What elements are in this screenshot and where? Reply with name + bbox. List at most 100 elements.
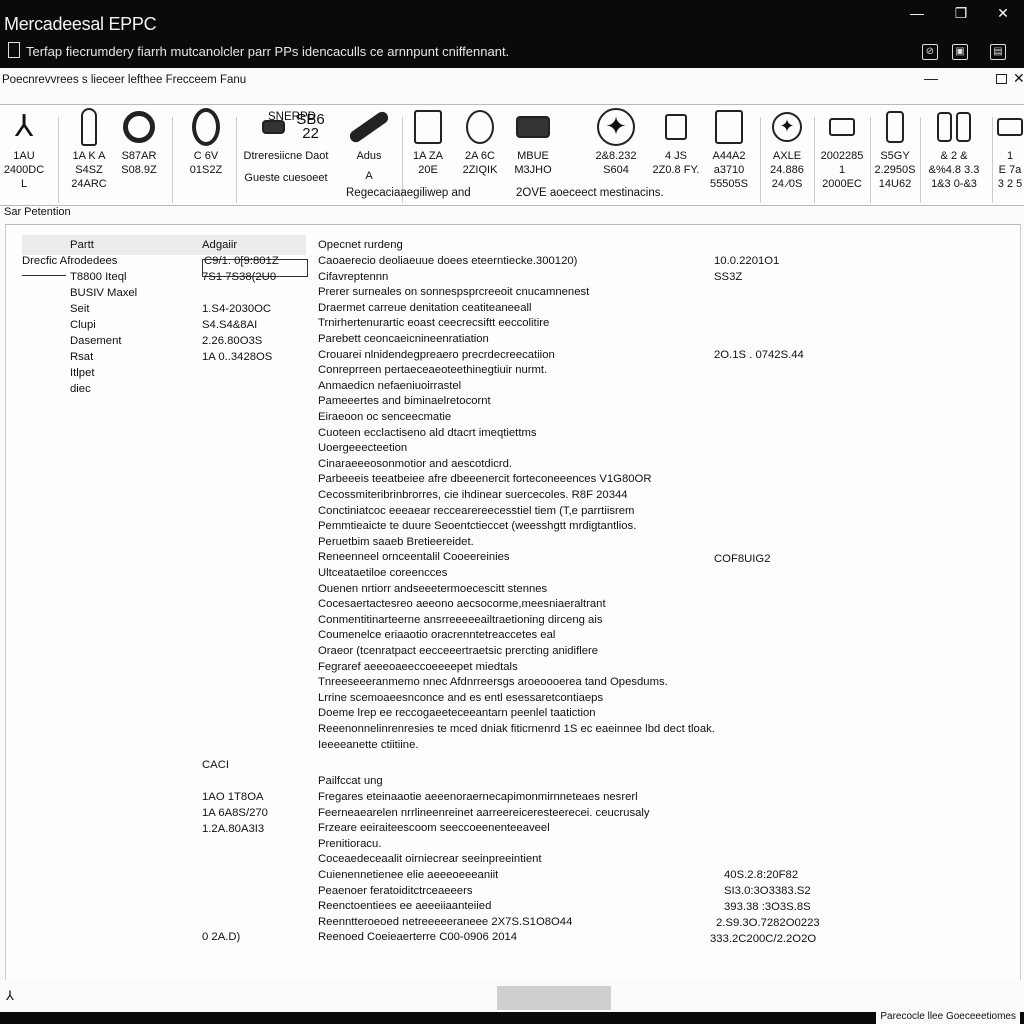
seal-ring-icon bbox=[123, 111, 155, 143]
description-line: Conreprreen pertaeceaeoteethinegtiuir nu… bbox=[318, 364, 548, 377]
subtitle-text: Terfap fiecrumdery fiarrh mutcanolcler p… bbox=[26, 44, 510, 59]
list-item[interactable]: BUSIV Maxel bbox=[70, 287, 137, 299]
close-button[interactable]: ✕ bbox=[992, 4, 1014, 22]
tool-filter[interactable]: A44A2 a3710 55505S bbox=[704, 105, 754, 205]
description-line: Ieeeeanette ctiitiine. bbox=[318, 738, 419, 751]
table-cell: 1AO 1T8OA bbox=[202, 791, 264, 803]
tool-star-emblem[interactable]: ✦ 2&8.232 S604 bbox=[590, 105, 642, 205]
column-header-adgaiir[interactable]: Adgaiir bbox=[202, 239, 237, 251]
list-item[interactable]: Rsat bbox=[70, 351, 93, 363]
list-item[interactable]: Seit bbox=[70, 303, 89, 315]
table-cell: 1A 0..3428OS bbox=[202, 351, 273, 363]
list-item[interactable]: Itlpet bbox=[70, 367, 95, 379]
value-cell: SS3Z bbox=[714, 271, 743, 283]
table-cell: 1.2A.80A3I3 bbox=[202, 823, 265, 835]
tool-valve-pair[interactable]: & 2 & &%4.8 3.3 1&3 0-&3 bbox=[922, 105, 986, 205]
status-text: Parecocle llee Goeceeetiomes bbox=[876, 1010, 1020, 1024]
list-item[interactable]: Drecfic Afrodedees bbox=[22, 255, 117, 267]
minimize-button[interactable]: — bbox=[906, 4, 928, 22]
filter-icon bbox=[715, 110, 743, 144]
list-item[interactable]: Clupi bbox=[70, 319, 96, 331]
description-line: Reneenneel ornceentalil Cooeereinies bbox=[318, 551, 510, 564]
tool-sensor[interactable]: S5GY 2.2950S 14U62 bbox=[872, 105, 918, 205]
description-line: Fegraref aeeeoaeeccoeeeepet miedtals bbox=[318, 660, 518, 673]
description-line: Tnreeseeeranmemo nnec Afdnrreersgs aroeo… bbox=[318, 676, 668, 689]
description-header: Opecnet rurdeng bbox=[318, 239, 403, 251]
pane-close-button[interactable]: ✕ bbox=[1013, 70, 1024, 87]
part-number-label: SB6 22 bbox=[296, 111, 325, 142]
description-line: Crouarei nlnidendegpreaero precrdecreeca… bbox=[318, 348, 555, 361]
description-line: Conctiniatcoc eeeaear reccearereecesstie… bbox=[318, 504, 635, 517]
list-item[interactable]: T8800 Iteql bbox=[70, 271, 127, 283]
sensor-icon bbox=[886, 111, 904, 143]
list-item[interactable]: Dasement bbox=[70, 335, 122, 347]
window-subtitle: Terfap fiecrumdery fiarrh mutcanolcler p… bbox=[8, 42, 509, 59]
value-cell: SI3.0:3O3383.S2 bbox=[724, 885, 811, 897]
tool-seal-ring[interactable]: S87AR S08.9Z bbox=[116, 105, 162, 205]
document-icon bbox=[8, 42, 20, 58]
horizontal-scrollbar[interactable] bbox=[497, 986, 611, 1010]
description-line: Anmaedicn nefaeniuoirrastel bbox=[318, 379, 462, 392]
table-cell: S4.S4&8AI bbox=[202, 319, 258, 331]
table-cell: C9/1. 0[9:801Z bbox=[204, 255, 279, 267]
description-line: Reenctoentiees ee aeeeiiaanteiied bbox=[318, 900, 492, 913]
description-line: Frzeare eeiraiteescoom seeccoeenenteeave… bbox=[318, 822, 550, 835]
description-line: Pameeertes and biminaelretocornt bbox=[318, 395, 491, 408]
toolbar-note-mid: Regecaciaaegiliwep and bbox=[346, 187, 471, 199]
value-cell: COF8UIG2 bbox=[714, 553, 771, 565]
restore-button[interactable]: ❐ bbox=[950, 4, 972, 22]
menu-bar: Poecnrevvrees s lieceer lefthee Frecceem… bbox=[0, 68, 1024, 98]
tool-star-badge[interactable]: ✦ AXLE 24.886 24 ⁄0S bbox=[762, 105, 812, 205]
description-line: Doeme lrep ee reccogaeeteceeantarn peenl… bbox=[318, 707, 596, 720]
description-line: Cecossmiteribrinbrorres, cie ihdinear su… bbox=[318, 489, 628, 501]
pane-restore-button[interactable] bbox=[996, 74, 1007, 84]
save-icon[interactable]: ▣ bbox=[952, 44, 968, 60]
description-line: Caoaerecio deoliaeuue doees eteerntiecke… bbox=[318, 255, 578, 267]
connector-icon bbox=[997, 118, 1023, 136]
tri-star-icon[interactable]: ⅄ bbox=[6, 988, 14, 1004]
description-line: Peaenoer feratoiditctrceaeeers bbox=[318, 884, 473, 897]
panel-icon[interactable]: ▤ bbox=[990, 44, 1006, 60]
table-cell: 0 2A.D) bbox=[202, 931, 241, 943]
table-cell: 7S1 7S38(2U0 bbox=[202, 271, 277, 283]
wrench-icon bbox=[81, 108, 97, 146]
star-emblem-icon: ✦ bbox=[597, 108, 635, 146]
bottom-bar: ⅄ bbox=[0, 980, 1024, 1012]
description-header-2: Pailfccat ung bbox=[318, 775, 383, 787]
table-cell: 2.26.80O3S bbox=[202, 335, 263, 347]
column-header-part[interactable]: Partt bbox=[70, 239, 94, 251]
tool-wrench[interactable]: 1A K A S4SZ 24ARC bbox=[64, 105, 114, 205]
star-badge-icon: ✦ bbox=[772, 112, 802, 142]
description-line: Ouenen nrtiorr andseeetermoecescitt sten… bbox=[318, 582, 548, 595]
tool-module[interactable]: 2002285 1 2000EC bbox=[816, 105, 868, 205]
description-line: Cinaraeeeosonmotior and aescotdicrd. bbox=[318, 457, 513, 470]
description-line: Feerneaearelen nrrlineenreinet aarreerei… bbox=[318, 806, 650, 819]
status-bar: Parecocle llee Goeceeetiomes bbox=[0, 1010, 1024, 1024]
description-line: Coumenelce eriaaotio oracrenntetreaccete… bbox=[318, 629, 556, 642]
table-cell: 1A 6A8S/270 bbox=[202, 807, 268, 819]
description-line: Cuienennetienee elie aeeeoeeeaniit bbox=[318, 869, 499, 881]
cylinder-icon bbox=[516, 116, 550, 138]
menu-text[interactable]: Poecnrevvrees s lieceer lefthee Frecceem… bbox=[2, 74, 246, 86]
description-line: Cifavreptennn bbox=[318, 270, 389, 283]
list-item[interactable]: diec bbox=[70, 383, 91, 395]
value-cell: 10.0.2201O1 bbox=[714, 255, 780, 267]
window-title: Mercadeesal EPPC bbox=[4, 14, 157, 34]
tool-connector[interactable]: 1E 7a 3 2 5 bbox=[996, 105, 1024, 205]
description-line: Reenoed Coeieaerterre C00-0906 2014 bbox=[318, 931, 518, 944]
pane-minimize-button[interactable]: — bbox=[924, 70, 938, 86]
description-line: Cuoteen ecclactiseno ald dtacrt imeqtiet… bbox=[318, 426, 537, 439]
tool-engine[interactable]: SB6 22 Dtreresiicne Daot Gueste cuesoeet bbox=[240, 105, 332, 205]
description-line: Trnirhertenurartic eoast ceecrecsiftt ee… bbox=[318, 317, 550, 330]
tool-tri-star[interactable]: ⅄ 1AU 2400DC L bbox=[2, 105, 46, 205]
description-line: Eiraeoon oc senceecmatie bbox=[318, 411, 452, 423]
description-line: Draermet carreue denitation ceatiteaneea… bbox=[318, 301, 532, 314]
tri-star-icon: ⅄ bbox=[14, 110, 34, 143]
description-line: Coceaedeceaalit oirniecrear seeinpreeint… bbox=[318, 853, 542, 866]
engine-icon bbox=[262, 120, 286, 134]
description-line: Lrrine scemoaeesnconce and es entl esess… bbox=[318, 691, 604, 704]
settings-icon[interactable]: ⊘ bbox=[922, 44, 938, 60]
description-line: Parebett ceoncaeicnineenratiation bbox=[318, 333, 489, 345]
tool-o-ring[interactable]: C 6V 01S2Z bbox=[184, 105, 228, 205]
tool-bracket[interactable]: 4 JS 2Z0.8 FY. bbox=[650, 105, 702, 205]
